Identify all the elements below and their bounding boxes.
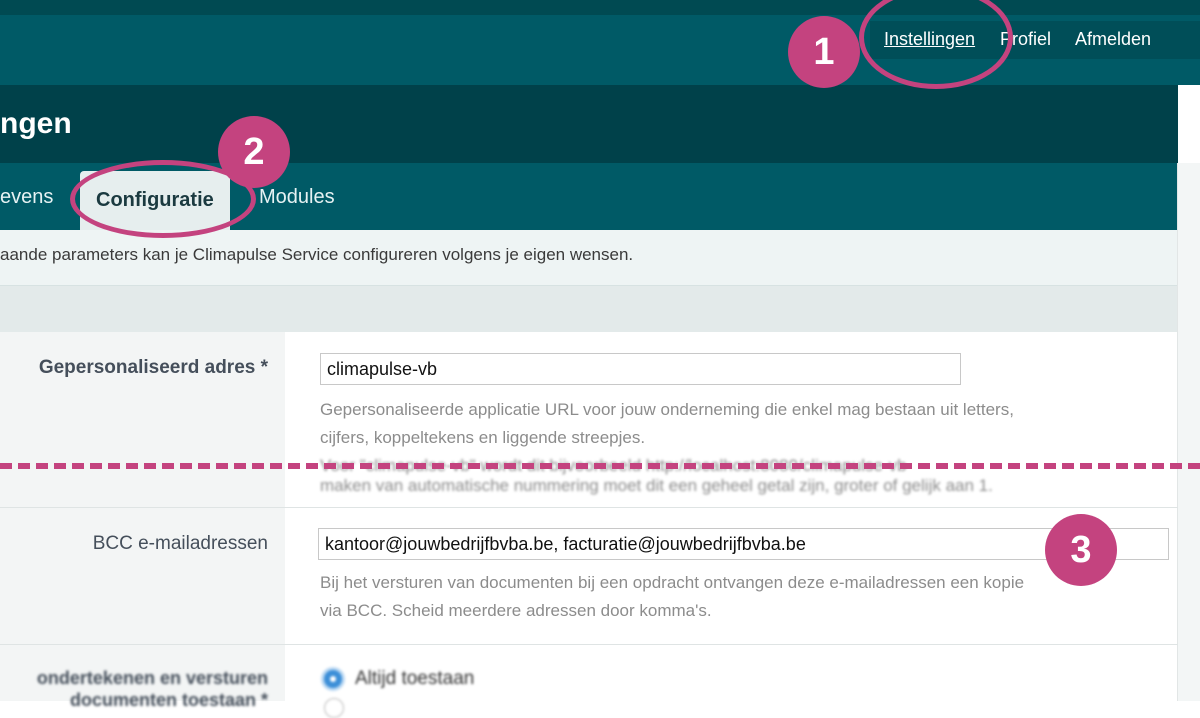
help-line: via BCC. Scheid meerdere adressen door k… <box>320 601 712 620</box>
signing-option-label: Altijd toestaan <box>355 668 475 689</box>
help-line: cijfers, koppeltekens en liggende streep… <box>320 428 646 447</box>
custom-address-label: Gepersonaliseerd adres * <box>38 357 268 378</box>
help-line: maken van automatische nummering moet di… <box>320 476 993 495</box>
annotation-badge-2: 2 <box>218 116 290 188</box>
tab-gegevens[interactable]: evens <box>0 186 53 209</box>
intro-banner: aande parameters kan je Climapulse Servi… <box>0 230 1178 286</box>
scroll-edge <box>1177 163 1200 701</box>
title-bar: ngen <box>0 85 1178 163</box>
signing-radio-other[interactable] <box>324 698 344 718</box>
custom-address-help: Gepersonaliseerde applicatie URL voor jo… <box>320 396 1014 500</box>
annotation-badge-3: 3 <box>1045 514 1117 586</box>
signing-label: ondertekenen en versturen documenten toe… <box>0 667 268 711</box>
page-title: ngen <box>0 107 72 140</box>
signing-radio-always[interactable] <box>324 670 342 688</box>
annotation-badge-1: 1 <box>788 16 860 88</box>
bcc-help: Bij het versturen van documenten bij een… <box>320 569 1024 625</box>
signing-label-line: ondertekenen en versturen <box>36 668 268 688</box>
label-column <box>0 508 285 644</box>
bcc-input[interactable] <box>318 528 1169 560</box>
intro-text: aande parameters kan je Climapulse Servi… <box>0 245 634 264</box>
signing-label-line: documenten toestaan * <box>69 690 268 710</box>
tab-modules[interactable]: Modules <box>259 186 335 209</box>
nav-logout-link[interactable]: Afmelden <box>1075 29 1151 50</box>
custom-address-input[interactable] <box>320 353 961 385</box>
section-header-band <box>0 286 1178 332</box>
annotation-dashed-line <box>0 463 1200 469</box>
top-strip <box>0 0 1200 15</box>
help-line: Gepersonaliseerde applicatie URL voor jo… <box>320 400 1014 419</box>
bcc-label: BCC e-mailadressen <box>92 533 268 554</box>
help-line: Bij het versturen van documenten bij een… <box>320 573 1025 592</box>
